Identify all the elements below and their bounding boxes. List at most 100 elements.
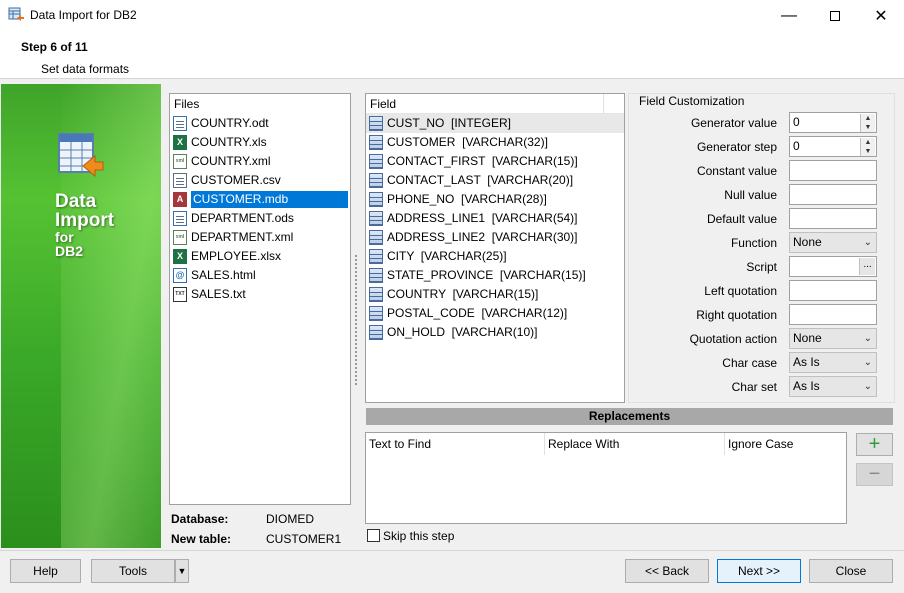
field-name: CONTACT_LAST [VARCHAR(20)]	[387, 173, 574, 187]
field-item[interactable]: ADDRESS_LINE1 [VARCHAR(54)]	[366, 209, 624, 228]
field-item[interactable]: CUST_NO [INTEGER]	[366, 114, 624, 133]
skip-step-label[interactable]: Skip this step	[383, 529, 454, 543]
close-button[interactable]: Close	[809, 559, 893, 583]
table-field-icon	[369, 230, 383, 245]
file-name: COUNTRY.xls	[191, 135, 267, 149]
replacements-title: Replacements	[366, 408, 893, 425]
default-value-input[interactable]	[789, 208, 877, 229]
left-quotation-input[interactable]	[789, 280, 877, 301]
file-item[interactable]: xml COUNTRY.xml	[170, 152, 350, 171]
file-item[interactable]: @ SALES.html	[170, 266, 350, 285]
table-field-icon	[369, 135, 383, 150]
field-item[interactable]: CUSTOMER [VARCHAR(32)]	[366, 133, 624, 152]
field-item[interactable]: ON_HOLD [VARCHAR(10)]	[366, 323, 624, 342]
back-button[interactable]: << Back	[625, 559, 709, 583]
generator-step-text: 0	[793, 139, 800, 153]
file-name: DEPARTMENT.ods	[191, 211, 294, 225]
field-item[interactable]: POSTAL_CODE [VARCHAR(12)]	[366, 304, 624, 323]
field-item[interactable]: ADDRESS_LINE2 [VARCHAR(30)]	[366, 228, 624, 247]
field-name: CUST_NO [INTEGER]	[387, 116, 512, 130]
banner-line-3: for	[55, 229, 74, 245]
quotation-action-label: Quotation action	[689, 332, 777, 346]
file-item[interactable]: X EMPLOYEE.xlsx	[170, 247, 350, 266]
field-name: CONTACT_FIRST [VARCHAR(15)]	[387, 154, 578, 168]
files-list[interactable]: Files COUNTRY.odt X COUNTRY.xls xml COUNTRY.…	[169, 93, 351, 505]
script-label: Script	[746, 260, 777, 274]
spin-up-icon[interactable]: ▲	[860, 114, 875, 123]
field-name: CITY [VARCHAR(25)]	[387, 249, 507, 263]
spin-down-icon[interactable]: ▼	[860, 123, 875, 132]
step-subtitle: Set data formats	[41, 62, 130, 76]
odt-file-icon	[173, 116, 187, 131]
right-quotation-label: Right quotation	[696, 308, 777, 322]
table-field-icon	[369, 325, 383, 340]
chevron-down-icon: ⌄	[863, 381, 872, 392]
constant-value-input[interactable]	[789, 160, 877, 181]
help-button[interactable]: Help	[10, 559, 81, 583]
spin-down-icon[interactable]: ▼	[860, 147, 875, 156]
field-item[interactable]: CITY [VARCHAR(25)]	[366, 247, 624, 266]
remove-replacement-button[interactable]: −	[856, 463, 893, 486]
file-item[interactable]: xml DEPARTMENT.xml	[170, 228, 350, 247]
quotation-action-select[interactable]: None ⌄	[789, 328, 877, 349]
left-quotation-label: Left quotation	[704, 284, 777, 298]
null-value-label: Null value	[724, 188, 777, 202]
script-input[interactable]: ...	[789, 256, 877, 277]
minimize-button[interactable]: —	[766, 0, 812, 31]
file-item[interactable]: X COUNTRY.xls	[170, 133, 350, 152]
constant-value-label: Constant value	[696, 164, 777, 178]
function-value: None	[793, 235, 822, 249]
field-name: PHONE_NO [VARCHAR(28)]	[387, 192, 547, 206]
script-browse-button[interactable]: ...	[859, 258, 875, 275]
close-window-button[interactable]: ✕	[858, 0, 904, 31]
file-item[interactable]: CUSTOMER.csv	[170, 171, 350, 190]
skip-step-checkbox[interactable]	[367, 529, 380, 542]
fields-list[interactable]: Field CUST_NO [INTEGER] CUSTOMER [VARCHAR…	[365, 93, 625, 403]
table-field-icon	[369, 249, 383, 264]
field-item[interactable]: PHONE_NO [VARCHAR(28)]	[366, 190, 624, 209]
table-field-icon	[369, 268, 383, 283]
chevron-down-icon: ⌄	[863, 237, 872, 248]
file-item[interactable]: A CUSTOMER.mdb	[170, 190, 350, 209]
banner-line-2: Import	[55, 210, 115, 231]
char-case-value: As Is	[793, 355, 820, 369]
file-item[interactable]: TXT SALES.txt	[170, 285, 350, 304]
spin-up-icon[interactable]: ▲	[860, 138, 875, 147]
ods-file-icon	[173, 211, 187, 226]
chevron-down-icon: ⌄	[863, 333, 872, 344]
chevron-down-icon: ⌄	[863, 357, 872, 368]
next-button[interactable]: Next >>	[717, 559, 801, 583]
null-value-input[interactable]	[789, 184, 877, 205]
field-item[interactable]: STATE_PROVINCE [VARCHAR(15)]	[366, 266, 624, 285]
field-name: ADDRESS_LINE1 [VARCHAR(54)]	[387, 211, 578, 225]
column-text-to-find: Text to Find	[369, 437, 432, 451]
file-name: CUSTOMER.mdb	[190, 190, 349, 209]
generator-value-text: 0	[793, 115, 800, 129]
char-set-select[interactable]: As Is ⌄	[789, 376, 877, 397]
generator-value-input[interactable]: 0 ▲ ▼	[789, 112, 877, 133]
tools-button[interactable]: Tools	[91, 559, 175, 583]
file-item[interactable]: DEPARTMENT.ods	[170, 209, 350, 228]
file-name: SALES.txt	[191, 287, 246, 301]
column-ignore-case: Ignore Case	[728, 437, 794, 451]
fields-header: Field	[366, 94, 624, 114]
app-icon	[8, 7, 24, 23]
splitter-handle[interactable]	[355, 255, 358, 385]
function-label: Function	[730, 236, 777, 250]
field-item[interactable]: COUNTRY [VARCHAR(15)]	[366, 285, 624, 304]
tools-dropdown-button[interactable]: ▼	[175, 559, 189, 583]
char-case-select[interactable]: As Is ⌄	[789, 352, 877, 373]
add-replacement-button[interactable]: +	[856, 433, 893, 456]
field-item[interactable]: CONTACT_FIRST [VARCHAR(15)]	[366, 152, 624, 171]
right-quotation-input[interactable]	[789, 304, 877, 325]
dropdown-arrow-icon: ▼	[177, 566, 187, 576]
file-name: CUSTOMER.csv	[191, 173, 281, 187]
function-select[interactable]: None ⌄	[789, 232, 877, 253]
replacements-table[interactable]: Text to Find Replace With Ignore Case	[365, 432, 847, 524]
generator-step-input[interactable]: 0 ▲ ▼	[789, 136, 877, 157]
txt-file-icon: TXT	[173, 287, 187, 302]
file-item[interactable]: COUNTRY.odt	[170, 114, 350, 133]
maximize-button[interactable]	[812, 0, 858, 31]
field-item[interactable]: CONTACT_LAST [VARCHAR(20)]	[366, 171, 624, 190]
file-name: SALES.html	[191, 268, 256, 282]
